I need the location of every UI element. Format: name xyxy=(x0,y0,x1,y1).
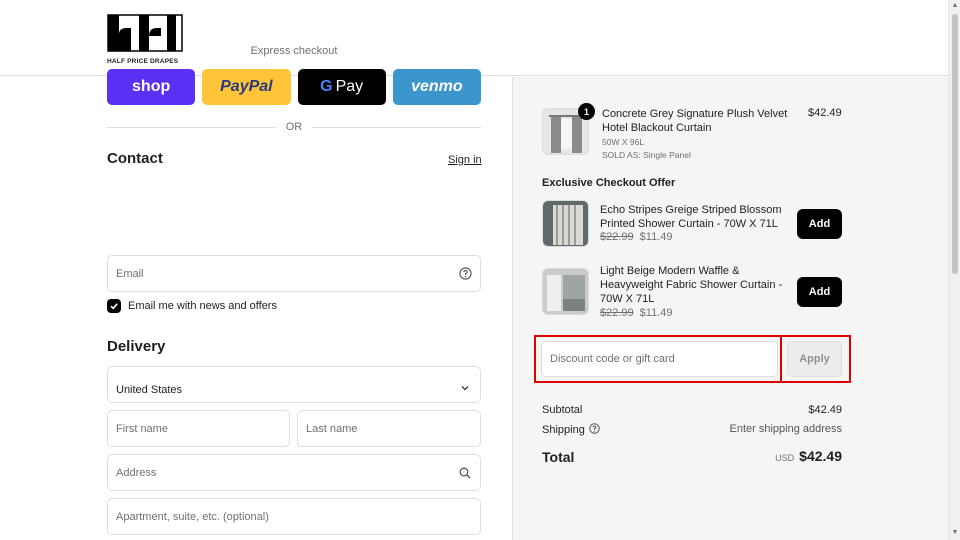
newsletter-checkbox-row[interactable]: Email me with news and offers xyxy=(107,299,277,313)
sign-in-link[interactable]: Sign in xyxy=(448,154,482,166)
express-checkout-buttons: shop PayPal G Pay venmo xyxy=(107,69,481,105)
apartment-field[interactable] xyxy=(107,498,481,535)
offer-thumbnail xyxy=(542,268,589,315)
offer-name: Echo Stripes Greige Striped Blossom Prin… xyxy=(600,204,782,230)
email-input[interactable] xyxy=(116,267,458,280)
total-currency: USD xyxy=(775,453,795,463)
or-label: OR xyxy=(285,121,303,133)
shipping-value: Enter shipping address xyxy=(729,423,842,435)
divider-line xyxy=(312,126,481,128)
scroll-down-icon[interactable]: ▼ xyxy=(951,529,959,537)
offer-thumbnail xyxy=(542,200,589,247)
total-value: $42.49 xyxy=(799,448,842,464)
info-icon[interactable] xyxy=(589,423,600,437)
help-icon[interactable] xyxy=(458,267,472,281)
offer-sale-price: $11.49 xyxy=(639,307,673,319)
product-variant: 50W X 96L xyxy=(602,137,645,147)
page-header: HALF PRICE DRAPES xyxy=(0,0,948,76)
or-divider: OR xyxy=(107,120,481,134)
contact-title: Contact xyxy=(107,150,163,167)
page-scrollbar[interactable]: ▲ ▼ xyxy=(948,0,960,540)
brand-name: HALF PRICE DRAPES xyxy=(107,58,179,65)
shop-pay-button[interactable]: shop xyxy=(107,69,196,105)
scrollbar-thumb[interactable] xyxy=(952,14,958,274)
google-pay-label: Pay xyxy=(335,78,364,95)
chevron-down-icon xyxy=(460,380,470,398)
country-select[interactable]: United States xyxy=(107,366,481,403)
product-sold-as: SOLD AS: Single Panel xyxy=(602,150,691,160)
last-name-input[interactable] xyxy=(306,422,472,435)
first-name-input[interactable] xyxy=(116,422,281,435)
offer-old-price: $22.99 xyxy=(600,231,634,243)
address-field[interactable] xyxy=(107,454,481,491)
offer-price: $22.99 $11.49 xyxy=(600,307,672,319)
discount-field[interactable] xyxy=(541,341,778,377)
apartment-input[interactable] xyxy=(116,510,472,523)
express-checkout-title: Express checkout xyxy=(250,45,338,57)
subtotal-value: $42.49 xyxy=(808,404,842,416)
newsletter-label: Email me with news and offers xyxy=(128,300,277,312)
total-amount: USD $42.49 xyxy=(775,448,842,464)
address-input[interactable] xyxy=(116,466,458,479)
offer-sale-price: $11.49 xyxy=(639,231,673,243)
quantity-badge: 1 xyxy=(578,103,595,120)
venmo-button[interactable]: venmo xyxy=(392,69,481,105)
offer-price: $22.99 $11.49 xyxy=(600,231,672,243)
add-offer-button[interactable]: Add xyxy=(797,209,842,239)
total-label: Total xyxy=(542,449,575,465)
delivery-title: Delivery xyxy=(107,338,166,355)
shop-pay-label: shop xyxy=(132,78,171,95)
offer-name: Light Beige Modern Waffle & Heavyweight … xyxy=(600,265,783,305)
search-icon[interactable] xyxy=(458,466,472,480)
paypal-label: PayPal xyxy=(220,78,273,95)
checkmark-icon xyxy=(110,303,118,310)
shipping-label: Shipping xyxy=(542,424,585,436)
shipping-label-row: Shipping xyxy=(542,423,600,437)
email-field[interactable] xyxy=(107,255,481,292)
first-name-field[interactable] xyxy=(107,410,290,447)
subtotal-label: Subtotal xyxy=(542,404,583,416)
add-offer-button[interactable]: Add xyxy=(797,277,842,307)
offer-title: Exclusive Checkout Offer xyxy=(542,177,676,189)
product-price: $42.49 xyxy=(808,107,842,119)
last-name-field[interactable] xyxy=(297,410,481,447)
apply-button[interactable]: Apply xyxy=(787,341,842,377)
product-name: Concrete Grey Signature Plush Velvet Hot… xyxy=(602,108,788,134)
newsletter-checkbox[interactable] xyxy=(107,299,121,313)
divider-line xyxy=(107,126,276,128)
discount-input[interactable] xyxy=(550,353,769,365)
google-pay-button[interactable]: G Pay xyxy=(297,69,386,105)
offer-old-price: $22.99 xyxy=(600,307,634,319)
paypal-button[interactable]: PayPal xyxy=(202,69,291,105)
scroll-up-icon[interactable]: ▲ xyxy=(951,2,959,10)
venmo-label: venmo xyxy=(411,78,463,95)
google-g-icon: G xyxy=(320,78,333,95)
discount-highlight-divider xyxy=(780,335,782,383)
country-value: United States xyxy=(116,384,183,396)
